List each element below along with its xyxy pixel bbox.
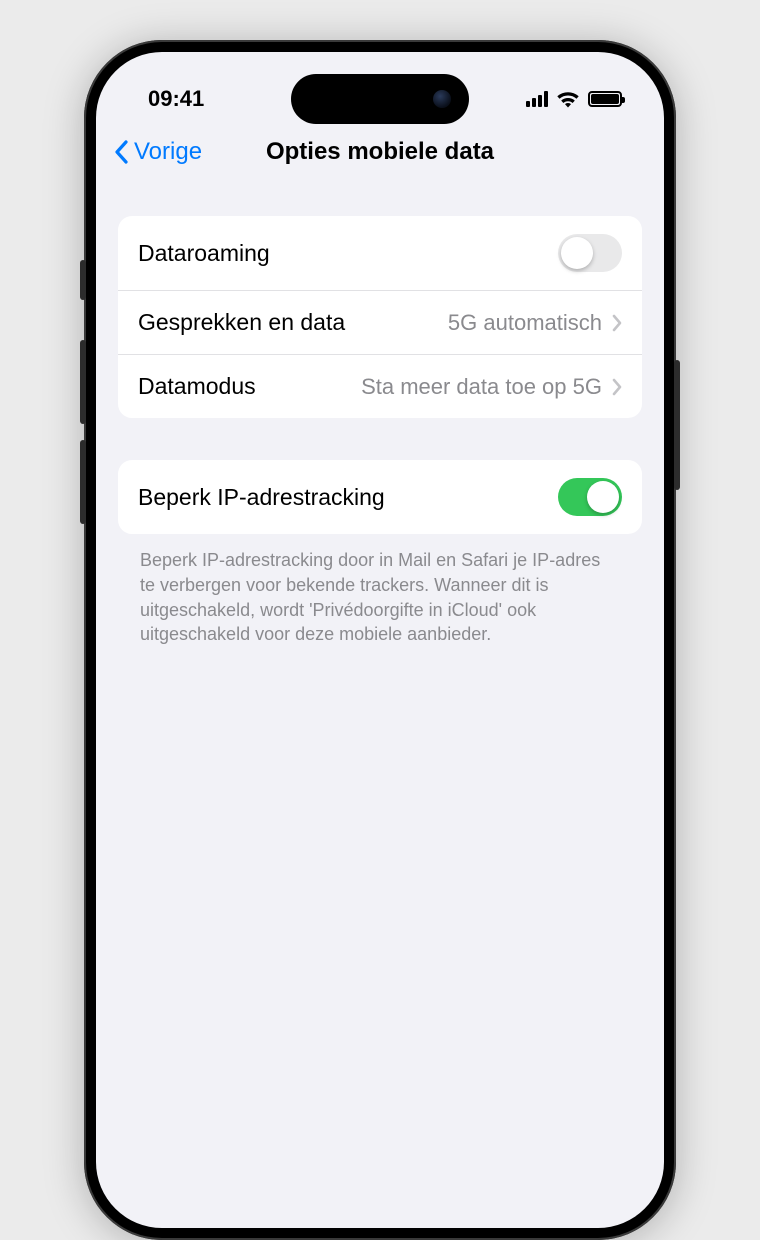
volume-down-button [80, 440, 86, 524]
voice-data-value: 5G automatisch [448, 310, 602, 336]
limit-ip-label: Beperk IP-adrestracking [138, 484, 558, 511]
page-title: Opties mobiele data [266, 138, 494, 166]
chevron-right-icon [612, 378, 622, 396]
status-time: 09:41 [148, 86, 204, 112]
screen: 09:41 Vorige [96, 52, 664, 1228]
limit-ip-toggle[interactable] [558, 478, 622, 516]
voice-data-row[interactable]: Gesprekken en data 5G automatisch [118, 290, 642, 354]
nav-bar: Vorige Opties mobiele data [96, 122, 664, 182]
back-button[interactable]: Vorige [114, 138, 202, 166]
data-mode-row[interactable]: Datamodus Sta meer data toe op 5G [118, 354, 642, 418]
back-label: Vorige [134, 138, 202, 166]
battery-icon [588, 91, 622, 107]
power-button [674, 360, 680, 490]
voice-data-label: Gesprekken en data [138, 309, 448, 336]
data-mode-value: Sta meer data toe op 5G [361, 374, 602, 400]
footer-description: Beperk IP-adrestracking door in Mail en … [118, 548, 642, 647]
mute-switch [80, 260, 86, 300]
dataroaming-label: Dataroaming [138, 240, 558, 267]
dataroaming-toggle[interactable] [558, 234, 622, 272]
settings-group-1: Dataroaming Gesprekken en data 5G automa… [118, 216, 642, 418]
settings-group-2: Beperk IP-adrestracking [118, 460, 642, 534]
status-right [526, 90, 622, 108]
chevron-left-icon [114, 140, 130, 164]
wifi-icon [556, 90, 580, 108]
data-mode-label: Datamodus [138, 373, 361, 400]
dataroaming-row[interactable]: Dataroaming [118, 216, 642, 290]
limit-ip-row[interactable]: Beperk IP-adrestracking [118, 460, 642, 534]
phone-frame: 09:41 Vorige [84, 40, 676, 1240]
chevron-right-icon [612, 314, 622, 332]
cell-signal-icon [526, 91, 548, 107]
dynamic-island [291, 74, 469, 124]
volume-up-button [80, 340, 86, 424]
